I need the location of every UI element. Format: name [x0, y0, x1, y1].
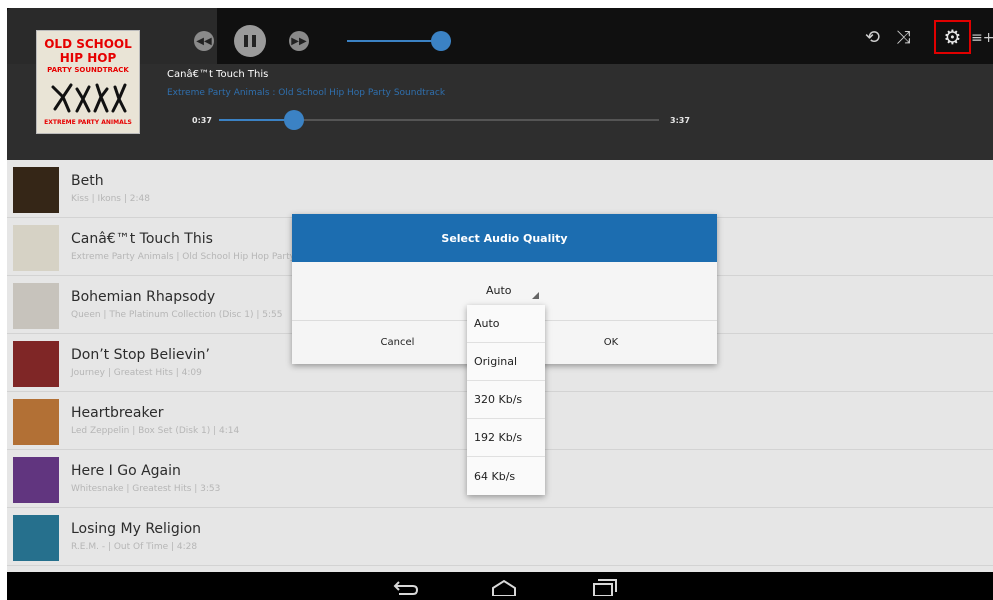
- now-playing-title: Canâ€™t Touch This: [167, 69, 269, 80]
- back-icon[interactable]: [393, 578, 419, 600]
- dialog-title: Select Audio Quality: [292, 214, 717, 262]
- seek-thumb[interactable]: [284, 110, 304, 130]
- player-bar: ◀◀ ▶▶ ⟲ ⤨ ⚙ ≡+: [7, 8, 993, 72]
- album-art[interactable]: OLD SCHOOL HIP HOP PARTY SOUNDTRACK EXTR…: [36, 30, 140, 134]
- seek-bar-fill: [219, 119, 294, 121]
- home-icon[interactable]: [491, 578, 517, 600]
- now-playing-panel: OLD SCHOOL HIP HOP PARTY SOUNDTRACK EXTR…: [7, 30, 993, 160]
- fast-forward-icon[interactable]: ▶▶: [289, 31, 309, 51]
- quality-dropdown: Auto Original 320 Kb/s 192 Kb/s 64 Kb/s: [467, 305, 545, 495]
- dancers-graphic: [51, 83, 127, 113]
- pause-icon: [244, 35, 256, 47]
- album-art-text-4: EXTREME PARTY ANIMALS: [44, 119, 132, 126]
- quality-option-192[interactable]: 192 Kb/s: [467, 419, 545, 457]
- now-playing-subtitle[interactable]: Extreme Party Animals : Old School Hip H…: [167, 88, 445, 98]
- quality-option-320[interactable]: 320 Kb/s: [467, 381, 545, 419]
- gear-icon: ⚙: [943, 25, 962, 49]
- recents-icon[interactable]: [592, 578, 618, 600]
- pause-button[interactable]: [234, 25, 266, 57]
- shuffle-icon[interactable]: ⤨: [896, 28, 910, 48]
- rewind-icon[interactable]: ◀◀: [194, 31, 214, 51]
- settings-button[interactable]: ⚙: [934, 20, 971, 54]
- system-nav-bar: [7, 572, 993, 600]
- add-to-queue-icon[interactable]: ≡+: [971, 28, 993, 48]
- quality-select[interactable]: Auto: [486, 284, 512, 297]
- quality-option-64[interactable]: 64 Kb/s: [467, 457, 545, 495]
- volume-thumb[interactable]: [431, 31, 451, 51]
- select-caret-icon[interactable]: [532, 292, 539, 299]
- repeat-icon[interactable]: ⟲: [865, 28, 880, 48]
- quality-option-auto[interactable]: Auto: [467, 305, 545, 343]
- duration-time: 3:37: [670, 116, 690, 125]
- album-art-text-3: PARTY SOUNDTRACK: [47, 66, 129, 74]
- album-art-text-1: OLD SCHOOL: [44, 37, 132, 51]
- quality-option-original[interactable]: Original: [467, 343, 545, 381]
- album-art-text-2: HIP HOP: [59, 51, 117, 65]
- elapsed-time: 0:37: [192, 116, 212, 125]
